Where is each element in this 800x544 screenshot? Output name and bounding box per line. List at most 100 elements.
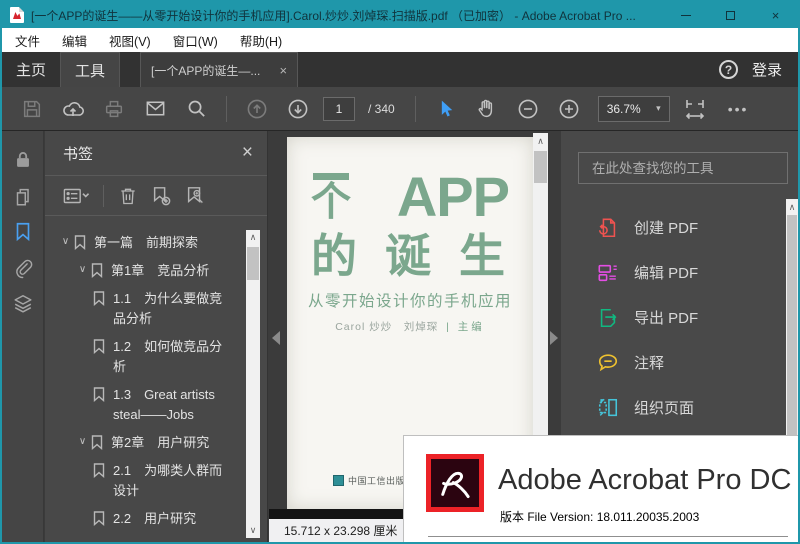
bookmark-item[interactable]: 1.2 如何做竞品分析 [45,333,245,381]
bookmarks-toolbar-divider [103,184,104,207]
add-bookmark-button[interactable] [150,186,172,206]
more-tools-icon[interactable]: ••• [728,101,749,117]
bookmark-label: 第2章 用户研究 [111,435,210,450]
window-title: [一个APP的诞生——从零开始设计你的手机应用].Carol.炒炒.刘焯琛.扫描… [31,8,636,23]
bookmark-icon [91,433,111,450]
previous-page-button[interactable] [241,93,273,125]
tool-edit-pdf[interactable]: 编辑 PDF [561,250,786,295]
tool-label: 创建 PDF [634,220,699,237]
printer-icon [103,98,125,120]
bookmark-label: 第1章 竞品分析 [111,263,210,278]
tool-label: 编辑 PDF [634,265,699,282]
menu-file[interactable]: 文件 [4,28,51,52]
bookmark-options-button[interactable] [63,186,89,206]
bookmark-label: 第一篇 前期探索 [94,235,199,250]
bookmark-item[interactable]: 1.3 Great artists steal——Jobs [45,381,245,429]
tool-label: 组织页面 [634,400,695,417]
save-button[interactable] [16,93,48,125]
print-button[interactable] [98,93,130,125]
share-upload-button[interactable] [57,93,89,125]
zoom-out-button[interactable] [512,93,544,125]
acrobat-window: [一个APP的诞生——从零开始设计你的手机应用].Carol.炒炒.刘焯琛.扫描… [0,0,800,544]
hand-icon [475,97,498,120]
scroll-up-icon[interactable]: ∧ [533,136,548,147]
tool-comment[interactable]: 注释 [561,340,786,385]
close-icon: × [771,7,780,23]
tool-export-pdf[interactable]: 导出 PDF [561,295,786,340]
chevron-down-icon[interactable]: ∨ [57,233,74,251]
bookmark-icon [74,233,94,250]
tool-create-pdf[interactable]: 创建 PDF [561,205,786,250]
collapse-left-panel-arrow[interactable] [272,331,280,345]
lock-icon[interactable] [12,149,34,171]
create-pdf-icon [597,217,619,239]
bookmark-item[interactable]: ∨ 第2章 用户研究 [45,429,245,457]
tab-home[interactable]: 主页 [2,52,60,87]
close-panel-icon[interactable]: × [242,142,253,164]
arrow-down-circle-icon [286,97,310,121]
minimize-button[interactable] [663,2,708,28]
delete-bookmark-button[interactable] [118,186,138,206]
bookmarks-scrollbar[interactable]: ∧ ∨ [246,230,260,538]
toolbar-divider [414,95,416,122]
cover-editor-divider: | [446,321,450,333]
page-thumbnails-icon[interactable] [12,186,34,208]
scrollbar-thumb[interactable] [534,151,547,183]
cover-title-line2: 的诞生 [311,230,533,282]
chevron-down-icon[interactable]: ∨ [74,261,91,279]
save-icon [21,98,43,120]
tab-tools[interactable]: 工具 [60,52,121,87]
page-count-label: / 340 [368,101,395,116]
bookmark-item[interactable]: ∨ 第1章 竞品分析 [45,257,245,285]
bookmarks-header: 书签 × [45,131,267,176]
bookmark-goto-button[interactable] [184,186,206,206]
close-button[interactable]: × [753,2,798,28]
splash-divider [428,536,788,537]
bookmark-item[interactable]: 2.2 用户研究 [45,505,245,533]
menu-view[interactable]: 视图(V) [98,28,162,52]
tab-bar-spacer [298,52,719,87]
select-tool-button[interactable] [430,93,462,125]
page-number-input[interactable]: 1 [323,96,355,121]
search-button[interactable] [180,93,212,125]
bookmarks-panel-icon[interactable] [12,221,34,243]
bookmark-item[interactable]: 2.1 为哪类人群而设计 [45,457,245,505]
left-nav-strip [2,131,44,542]
bookmark-label: 2.2 用户研究 [113,511,197,526]
tool-label: 注释 [634,355,665,372]
publisher-logo-icon [333,475,344,486]
bookmark-icon [93,461,113,478]
acrobat-logo-icon [426,454,484,512]
bookmark-item[interactable]: 1.1 为什么要做竞品分析 [45,285,245,333]
hand-tool-button[interactable] [471,93,503,125]
bookmarks-panel: 书签 × ∨ 第一篇 前期探索 ∨ 第1章 竞品分析 1.1 为什么要做竞品分析… [45,131,268,542]
maximize-button[interactable] [708,2,753,28]
layers-icon[interactable] [12,293,34,315]
menu-help[interactable]: 帮助(H) [229,28,293,52]
tab-document[interactable]: [一个APP的诞生—... × [140,52,299,87]
bookmark-label: 1.1 为什么要做竞品分析 [113,291,223,326]
next-page-button[interactable] [282,93,314,125]
scroll-down-icon[interactable]: ∨ [246,525,260,536]
fit-width-button[interactable] [679,93,711,125]
scroll-up-icon[interactable]: ∧ [786,202,798,213]
email-button[interactable] [139,93,171,125]
scroll-up-icon[interactable]: ∧ [246,232,260,243]
menu-window[interactable]: 窗口(W) [162,28,229,52]
attachments-icon[interactable] [12,257,34,279]
bookmark-item[interactable]: ∨ 第一篇 前期探索 [45,229,245,257]
tools-search-input[interactable] [578,152,788,184]
minus-circle-icon [516,97,540,121]
tool-organize-pages[interactable]: 组织页面 [561,385,786,430]
cloud-upload-icon [61,97,85,121]
scrollbar-thumb[interactable] [247,247,259,280]
zoom-in-button[interactable] [553,93,585,125]
page-size-indicator: 15.712 x 23.298 厘米 [269,519,406,542]
menu-edit[interactable]: 编辑 [51,28,98,52]
chevron-down-icon[interactable]: ∨ [74,433,91,451]
tab-close-icon[interactable]: × [279,63,287,78]
help-icon[interactable]: ? [718,60,738,79]
sign-in-button[interactable]: 登录 [752,52,798,87]
expand-right-panel-arrow[interactable] [550,331,558,345]
zoom-level-dropdown[interactable]: 36.7% ▾ [597,95,670,122]
